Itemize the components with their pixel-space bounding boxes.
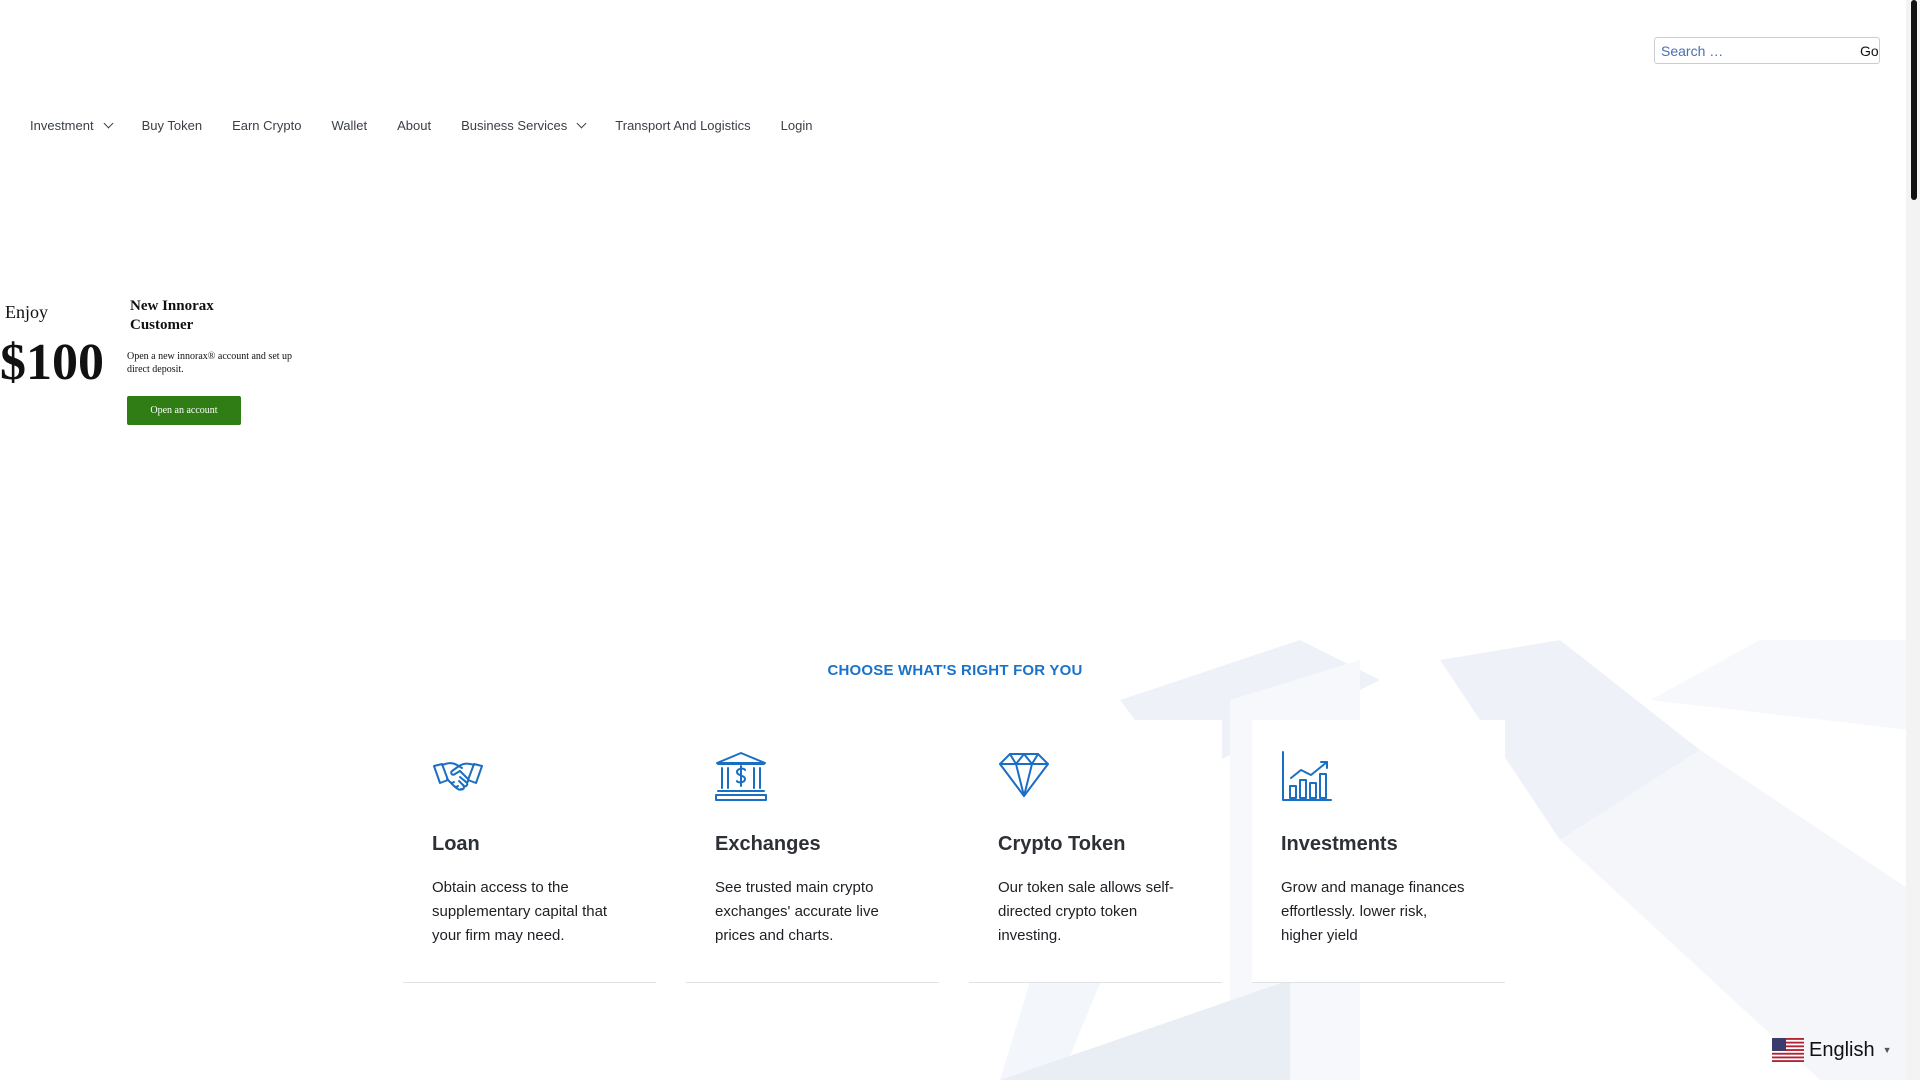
diamond-icon <box>999 753 1049 797</box>
feature-cards: Loan Obtain access to the supplementary … <box>403 720 1505 983</box>
card-text: See trusted main crypto exchanges' accur… <box>715 879 879 944</box>
handshake-icon <box>433 762 483 791</box>
feature-card-crypto-token[interactable]: Crypto Token Our token sale allows self-… <box>969 720 1222 983</box>
nav-item-business-services[interactable]: Business Services <box>461 115 587 135</box>
nav-item-login[interactable]: Login <box>781 115 813 135</box>
section-heading: CHOOSE WHAT'S RIGHT FOR YOU <box>827 662 1083 679</box>
search-form: Go <box>1654 37 1880 64</box>
nav-item-label: Login <box>780 117 813 133</box>
promo-amount: $100 <box>0 334 104 391</box>
language-selector[interactable]: English ▼ <box>1772 1038 1892 1062</box>
scrollbar-thumb[interactable] <box>1911 0 1917 200</box>
nav-item-transport-logistics[interactable]: Transport And Logistics <box>615 115 750 135</box>
nav-item-label: Wallet <box>331 117 368 133</box>
nav-item-label: Earn Crypto <box>232 117 302 133</box>
nav-item-buy-token[interactable]: Buy Token <box>142 115 202 135</box>
search-input[interactable] <box>1655 38 1848 63</box>
nav-item-label: Buy Token <box>141 117 203 133</box>
nav-item-label: About <box>397 117 432 133</box>
caret-down-icon: ▼ <box>1882 1045 1892 1055</box>
us-flag-icon <box>1772 1038 1804 1062</box>
bar-chart-icon <box>1282 751 1332 801</box>
main-nav: Investment Buy Token Earn Crypto Wallet … <box>30 115 842 135</box>
promo-heading: New Innorax Customer <box>130 298 214 333</box>
nav-item-label: Transport And Logistics <box>615 117 751 133</box>
card-text: Obtain access to the supplementary capit… <box>432 879 608 944</box>
nav-item-earn-crypto[interactable]: Earn Crypto <box>232 115 301 135</box>
chevron-down-icon <box>576 118 587 128</box>
nav-item-wallet[interactable]: Wallet <box>331 115 367 135</box>
language-label: English <box>1809 1038 1875 1061</box>
card-title: Investments <box>1281 833 1398 855</box>
card-title: Loan <box>432 833 480 855</box>
open-account-button[interactable]: Open an account <box>127 396 241 425</box>
card-title: Exchanges <box>715 833 821 855</box>
chevron-down-icon <box>103 118 114 128</box>
card-title: Crypto Token <box>998 833 1126 855</box>
card-text: Grow and manage finances effortlessly. l… <box>1281 879 1465 944</box>
feature-card-loan[interactable]: Loan Obtain access to the supplementary … <box>403 720 656 983</box>
nav-item-label: Business Services <box>461 117 568 133</box>
promo-enjoy-text: Enjoy <box>5 302 48 322</box>
nav-item-about[interactable]: About <box>397 115 431 135</box>
card-text: Our token sale allows self-directed cryp… <box>998 879 1174 944</box>
feature-card-investments[interactable]: Investments Grow and manage finances eff… <box>1252 720 1505 983</box>
promo-description: Open a new innorax® account and set up d… <box>127 351 293 375</box>
search-go-button[interactable]: Go <box>1848 38 1891 63</box>
nav-item-investment[interactable]: Investment <box>30 115 114 135</box>
feature-card-exchanges[interactable]: Exchanges See trusted main crypto exchan… <box>686 720 939 983</box>
bank-icon <box>715 752 767 801</box>
page: Go Investment Buy Token Earn Crypto Wall… <box>0 0 1920 1080</box>
nav-item-label: Investment <box>30 117 94 133</box>
